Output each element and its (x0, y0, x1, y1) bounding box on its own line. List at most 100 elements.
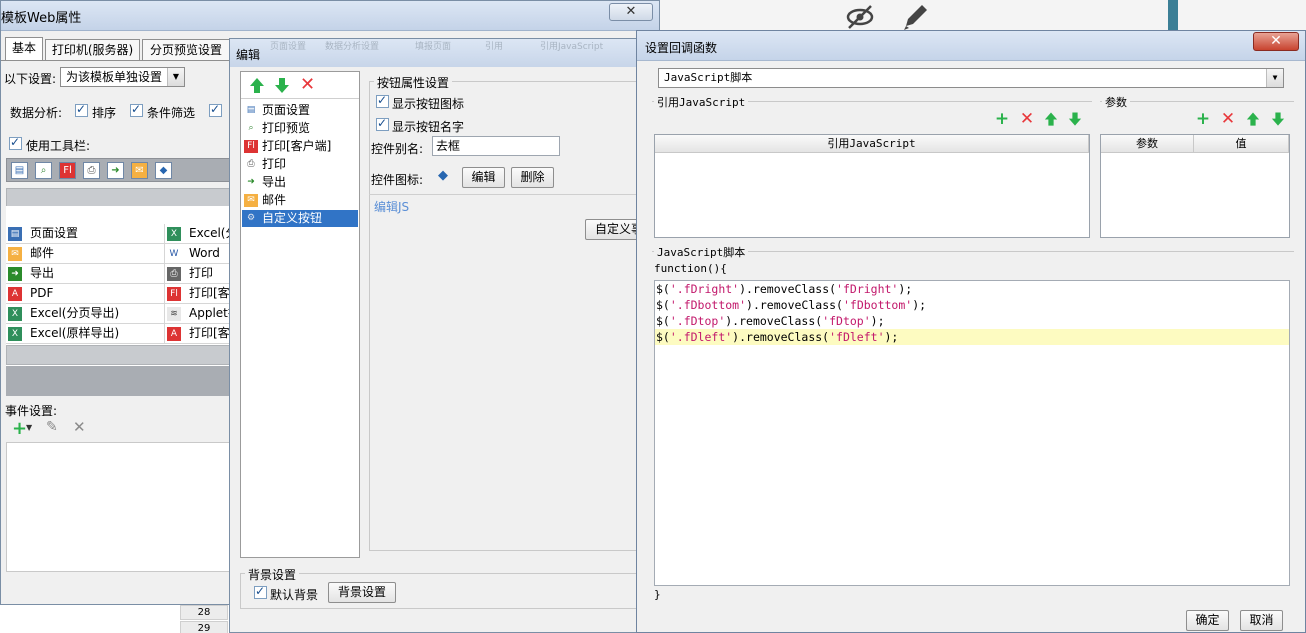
ghost-tab: 引用JavaScript (540, 42, 604, 52)
page-setup-icon: ▤ (246, 105, 256, 115)
tree-item-mail[interactable]: ✉ 邮件 (242, 192, 358, 209)
close-icon: ✕ (1270, 33, 1282, 49)
default-background-label: 默认背景 (270, 588, 319, 602)
export-icon: ➜ (247, 177, 255, 187)
ref-js-toolbar: + ✕ (989, 110, 1082, 130)
tab-printer-server[interactable]: 打印机(服务器) (45, 39, 140, 61)
ok-button[interactable]: 确定 (1186, 610, 1229, 631)
applet-icon: ≋ (167, 307, 181, 321)
hide-eye-icon[interactable] (845, 3, 875, 31)
tree-item-print[interactable]: ⎙ 打印 (242, 156, 358, 173)
title-bar: 设置回调函数 ✕ (637, 31, 1305, 61)
list-item[interactable]: A 打印[客 (164, 324, 231, 344)
tree-toolbar: ✕ (241, 72, 359, 99)
toolbar-preview: ▤ ⌕ Fl ⎙ ➜ ✉ ◆ (6, 158, 231, 182)
remove-icon[interactable]: ✕ (1219, 110, 1237, 128)
list-item[interactable]: ➜ 导出 (6, 264, 164, 284)
list-footer-band (6, 366, 231, 396)
alias-input[interactable]: 去框 (432, 136, 560, 156)
tree-item-print-preview[interactable]: ⌕ 打印预览 (242, 120, 358, 137)
toolbar-band (6, 188, 231, 208)
script-type-select[interactable]: JavaScript脚本 ▼ (658, 68, 1284, 88)
move-down-icon[interactable] (1271, 111, 1285, 127)
eraser-icon[interactable]: ◆ (155, 162, 172, 179)
print-client-icon[interactable]: Fl (59, 162, 76, 179)
param-table: 参数 值 (1100, 134, 1290, 238)
list-band (6, 345, 231, 365)
param-column-header[interactable]: 参数 (1101, 135, 1194, 153)
chevron-down-icon: ▼ (167, 68, 184, 86)
print-icon[interactable]: ⎙ (83, 162, 100, 179)
background-settings-button[interactable]: 背景设置 (328, 582, 396, 603)
print-preview-icon[interactable]: ⌕ (35, 162, 52, 179)
tree-item-export[interactable]: ➜ 导出 (242, 174, 358, 191)
code-editor[interactable]: $('.fDright').removeClass('fDright'); $(… (654, 280, 1290, 586)
code-line-highlighted: $('.fDleft').removeClass('fDleft'); (655, 329, 1289, 345)
edit-event-icon[interactable]: ✎ (46, 419, 58, 435)
tab-basic[interactable]: 基本 (5, 37, 43, 61)
group-title: 背景设置 (245, 566, 300, 583)
list-item[interactable]: Fl 打印[客 (164, 284, 231, 304)
list-item[interactable]: X Excel(原样导出) (6, 324, 164, 344)
show-name-checkbox[interactable] (376, 116, 389, 132)
tree-item-print-client[interactable]: Fl 打印[客户端] (242, 138, 358, 155)
row-number: 28 (180, 605, 228, 620)
close-button[interactable]: ✕ (609, 3, 653, 21)
show-name-label: 显示按钮名字 (392, 120, 465, 134)
ref-js-column-header[interactable]: 引用JavaScript (655, 135, 1089, 153)
default-background-checkbox[interactable] (254, 584, 267, 600)
divider (369, 194, 648, 195)
filter-label: 条件筛选 (147, 106, 196, 120)
remove-icon[interactable]: ✕ (1018, 110, 1036, 128)
icon-edit-button[interactable]: 编辑 (462, 167, 505, 188)
list-item[interactable]: X Excel(分 (164, 224, 231, 244)
remove-icon[interactable]: ✕ (300, 74, 315, 95)
list-item[interactable]: ≋ Applet打 (164, 304, 231, 324)
move-down-icon[interactable] (274, 77, 290, 94)
add-icon[interactable]: + (1194, 110, 1212, 128)
third-analysis-checkbox[interactable] (209, 102, 222, 118)
chevron-down-icon[interactable]: ▼ (26, 423, 32, 432)
delete-event-icon[interactable]: ✕ (73, 418, 86, 436)
mail-icon: ✉ (8, 247, 22, 261)
use-toolbar-checkbox[interactable] (9, 135, 22, 151)
close-button[interactable]: ✕ (1253, 32, 1299, 51)
add-event-icon[interactable]: + (12, 418, 27, 439)
list-item[interactable]: ⎙ 打印 (164, 264, 231, 284)
page-setup-icon[interactable]: ▤ (11, 162, 28, 179)
tab-pagination-preview[interactable]: 分页预览设置 (142, 39, 230, 61)
excel-icon: X (8, 327, 22, 341)
edit-js-label[interactable]: 编辑JS (374, 198, 409, 215)
move-up-icon[interactable] (1246, 111, 1260, 127)
sort-label: 排序 (92, 106, 117, 120)
event-list (6, 442, 231, 572)
cancel-button[interactable]: 取消 (1240, 610, 1283, 631)
value-column-header[interactable]: 值 (1194, 135, 1289, 153)
list-item[interactable]: ✉ 邮件 (6, 244, 164, 264)
pencil-icon[interactable] (900, 2, 930, 32)
print-client-icon: Fl (167, 287, 181, 301)
row-number: 29 (180, 621, 228, 633)
move-up-icon[interactable] (249, 77, 265, 94)
tab-divider (1, 60, 229, 61)
list-item[interactable]: ▤ 页面设置 (6, 224, 164, 244)
list-item[interactable]: A PDF (6, 284, 164, 304)
move-up-icon[interactable] (1044, 111, 1058, 127)
filter-checkbox[interactable] (130, 102, 143, 118)
add-icon[interactable]: + (993, 110, 1011, 128)
ghost-tab: 引用 (485, 42, 504, 52)
tree-item-custom-button[interactable]: ⚙ 自定义按钮 (242, 210, 358, 227)
move-down-icon[interactable] (1068, 111, 1082, 127)
tree-item-page-setup[interactable]: ▤ 页面设置 (242, 102, 358, 119)
close-icon: ✕ (625, 4, 637, 19)
background-toolbar (650, 0, 1306, 34)
mail-icon[interactable]: ✉ (131, 162, 148, 179)
sort-checkbox[interactable] (75, 102, 88, 118)
export-icon[interactable]: ➜ (107, 162, 124, 179)
list-item[interactable]: X Excel(分页导出) (6, 304, 164, 324)
mail-icon: ✉ (244, 194, 258, 207)
icon-delete-button[interactable]: 删除 (511, 167, 554, 188)
show-icon-checkbox[interactable] (376, 93, 389, 109)
list-item[interactable]: W Word (164, 244, 231, 264)
settings-select[interactable]: 为该模板单独设置 ▼ (60, 67, 185, 87)
